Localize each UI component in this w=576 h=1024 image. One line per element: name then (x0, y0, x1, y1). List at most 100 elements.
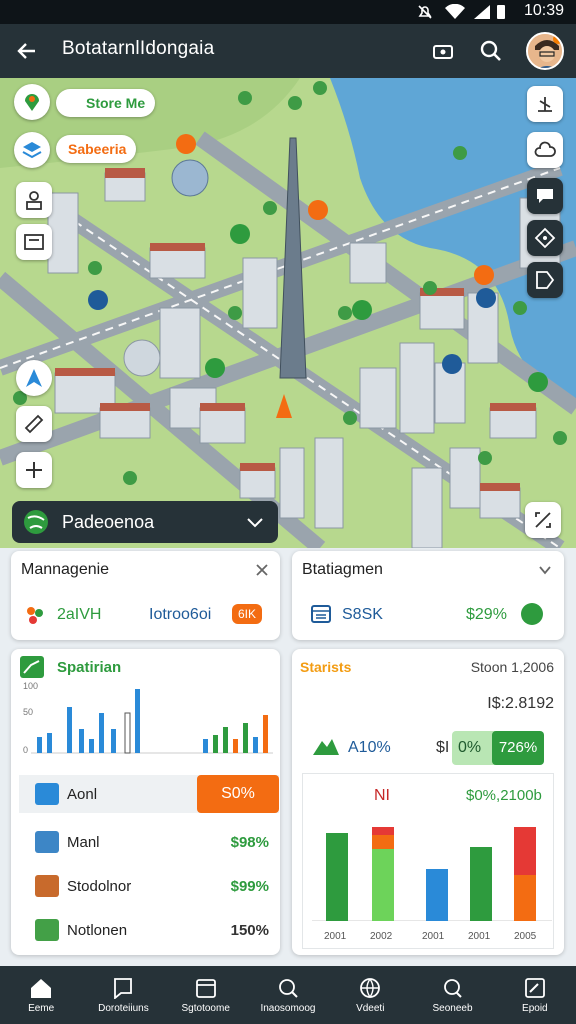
comment-icon (537, 189, 553, 203)
zoom-in-button[interactable] (16, 452, 52, 488)
trend-up-icon (521, 603, 543, 625)
bar (135, 689, 140, 753)
location-button[interactable] (14, 84, 50, 120)
bar (47, 733, 52, 753)
statistics-percent: $29% (466, 606, 507, 623)
management-card: Mannagenie 2aIVH Iotroo6oi 6IK (11, 551, 280, 640)
list-item[interactable]: Stodolnor $99% (19, 867, 279, 905)
close-icon[interactable] (255, 563, 269, 577)
app-bar: BotatarnlΙdongaia (0, 24, 576, 78)
city-map[interactable]: Store Me Sabeeria (0, 78, 576, 548)
nav-label: Epoid (522, 1002, 548, 1014)
notification-dot (553, 34, 562, 44)
district-dropdown[interactable]: Padeoenoa (12, 501, 278, 543)
store-marker-chip[interactable]: Store Me (56, 89, 156, 117)
layers-button[interactable] (14, 132, 50, 168)
calendar-icon (311, 605, 331, 623)
area-marker-chip[interactable]: Sabeeria (56, 135, 137, 163)
measure-button[interactable] (16, 406, 52, 442)
nav-feedback[interactable]: Doroteiiuns (82, 966, 164, 1024)
tag-icon (536, 271, 555, 289)
notifications-off-icon (418, 5, 432, 19)
bar (79, 729, 84, 753)
feedback-icon (114, 977, 133, 999)
nav-label: Seoneeb (432, 1002, 473, 1014)
search-button[interactable] (472, 32, 510, 70)
management-left-value: 2aIVH (57, 606, 102, 623)
dropdown-value: Padeoenoa (62, 511, 155, 532)
camera-button[interactable] (424, 32, 462, 70)
fullscreen-button[interactable] (525, 502, 561, 538)
nav-globe[interactable]: Vdeeti (329, 966, 411, 1024)
globe-icon (360, 977, 381, 998)
bar (514, 875, 536, 921)
plus-icon (26, 462, 42, 478)
user-profile-button[interactable] (16, 182, 52, 218)
ruler-icon (24, 414, 44, 434)
cloud-button[interactable] (527, 132, 563, 168)
bar (426, 869, 448, 921)
page-title: BotatarnlΙdongaia (62, 38, 215, 59)
board-icon (24, 234, 44, 250)
avatar[interactable] (526, 32, 564, 70)
bar (514, 827, 536, 875)
nav-label: Eeme (28, 1002, 55, 1014)
list-item[interactable]: Aonl S0% (19, 775, 279, 813)
id-card-icon (35, 783, 59, 805)
nav-chat-search[interactable]: Seoneeb (411, 966, 493, 1024)
x-tick: 2005 (514, 931, 537, 942)
tag-button[interactable] (527, 262, 563, 298)
bar (253, 737, 258, 753)
bar (263, 715, 268, 753)
comment-button[interactable] (527, 178, 563, 214)
spatial-icon (20, 656, 44, 678)
list-item-value: $99% (230, 877, 269, 895)
nav-home[interactable]: Eeme (0, 966, 82, 1024)
y-tick-bottom: 0 (23, 745, 29, 755)
x-tick: 2001 (468, 931, 491, 942)
nav-label: Doroteiiuns (98, 1002, 149, 1014)
statistics-year: Stoon 1,2006 (470, 659, 554, 675)
home-icon (31, 978, 52, 998)
layers-icon (22, 142, 42, 159)
chart-value: $0%,2100b (466, 787, 542, 804)
management-mid-value: Iotroo6oi (149, 606, 212, 623)
chart-label: NI (374, 787, 390, 804)
compass-button[interactable] (527, 220, 563, 256)
route-button[interactable] (527, 86, 563, 122)
bar (203, 739, 208, 753)
statistics-stat-label: A10% (348, 739, 391, 756)
camera-switch-icon (433, 45, 453, 59)
navigation-icon (26, 369, 42, 387)
list-item[interactable]: Notlonen 150% (19, 911, 279, 949)
x-tick: 2001 (422, 931, 445, 942)
list-item-label: Stodolnor (67, 877, 132, 895)
search-icon (279, 978, 298, 998)
person-icon (26, 191, 42, 210)
wifi-icon (445, 4, 465, 19)
bar (111, 729, 116, 753)
statistics-amount: I$:2.8192 (487, 695, 554, 712)
bar (213, 735, 218, 753)
back-button[interactable] (8, 32, 46, 70)
bottom-navigation: Eeme Doroteiiuns Sgtotoome Inaosomoog Vd… (0, 966, 576, 1024)
search-icon (480, 40, 501, 61)
list-item-label: Manl (67, 833, 100, 851)
x-tick: 2001 (324, 931, 347, 942)
chat-search-icon (443, 978, 462, 998)
percent-pill-b: 726% (492, 731, 544, 765)
navigation-button[interactable] (16, 360, 52, 396)
area-marker-label: Sabeeria (68, 141, 127, 157)
chevron-down-icon[interactable] (538, 563, 552, 577)
nav-label: Sgtotoome (181, 1002, 230, 1014)
nav-calendar[interactable]: Sgtotoome (165, 966, 247, 1024)
nav-search[interactable]: Inaosomoog (247, 966, 329, 1024)
management-badge: 6IK (232, 604, 262, 624)
board-button[interactable] (16, 224, 52, 260)
x-tick: 2002 (370, 931, 393, 942)
list-item-label: Notlonen (67, 921, 128, 939)
nav-edit[interactable]: Epoid (494, 966, 576, 1024)
list-item[interactable]: Manl $98% (19, 823, 279, 861)
bar (99, 713, 104, 753)
statistics-card: Starists Stoon 1,2006 I$:2.8192 A10% $I … (292, 649, 564, 955)
